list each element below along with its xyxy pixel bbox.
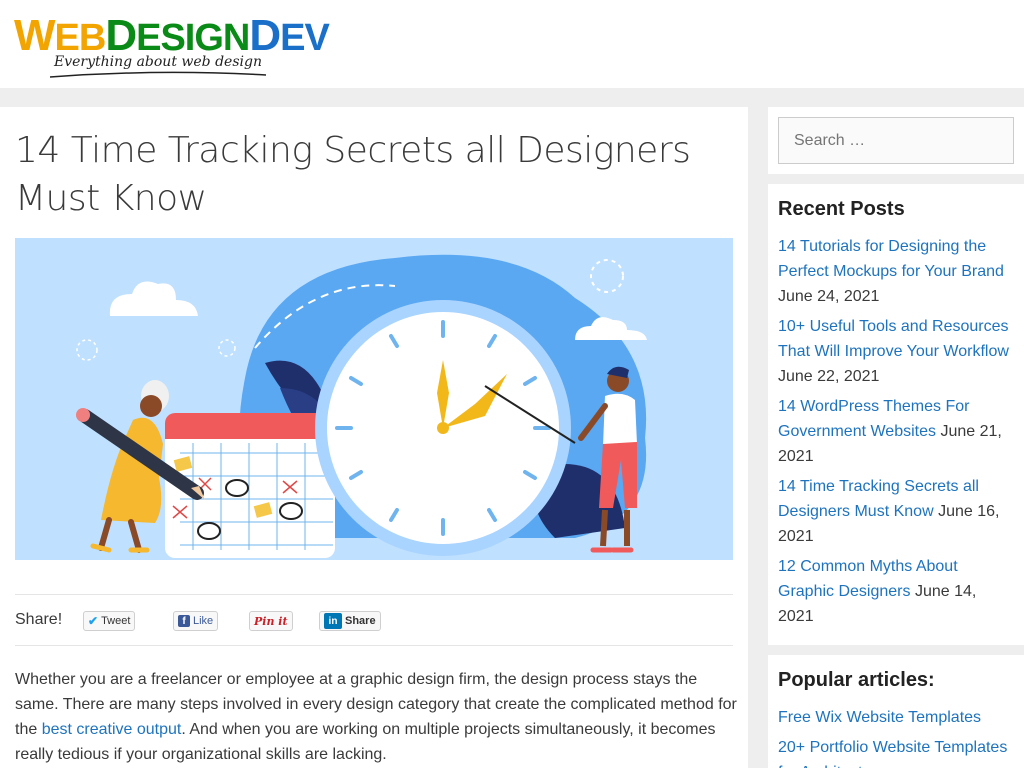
- logo-swoosh-icon: [49, 71, 267, 78]
- recent-post-link[interactable]: 14 Tutorials for Designing the Perfect M…: [778, 238, 1004, 280]
- facebook-like-button[interactable]: f Like: [173, 611, 219, 631]
- article-intro-paragraph: Whether you are a freelancer or employee…: [15, 671, 737, 763]
- recent-posts-title: Recent Posts: [778, 198, 905, 220]
- recent-post-link[interactable]: 10+ Useful Tools and Resources That Will…: [778, 318, 1009, 360]
- twitter-bird-icon: ✔: [88, 614, 99, 628]
- share-bar: Share! ✔ Tweet f Like Pin it in Share: [15, 594, 733, 646]
- share-label: Share!: [15, 611, 63, 628]
- list-item: 14 Time Tracking Secrets all Designers M…: [778, 474, 1014, 549]
- recent-posts-widget: Recent Posts 14 Tutorials for Designing …: [768, 184, 1024, 645]
- search-input[interactable]: [778, 117, 1014, 164]
- list-item: 14 WordPress Themes For Government Websi…: [778, 394, 1014, 469]
- article-content: 14 Time Tracking Secrets all Designers M…: [0, 107, 748, 768]
- popular-articles-title: Popular articles:: [778, 669, 935, 691]
- best-creative-output-link[interactable]: best creative output: [42, 721, 182, 738]
- list-item: Free Wix Website Templates: [778, 705, 1014, 730]
- list-item: 14 Tutorials for Designing the Perfect M…: [778, 234, 1014, 309]
- recent-posts-list: 14 Tutorials for Designing the Perfect M…: [778, 234, 1014, 634]
- popular-articles-list: Free Wix Website Templates 20+ Portfolio…: [778, 705, 1014, 768]
- site-header: WEBDESIGNDEV Everything about web design: [0, 0, 1024, 88]
- post-date: June 24, 2021: [778, 288, 880, 305]
- article-title: 14 Time Tracking Secrets all Designers M…: [15, 130, 691, 219]
- post-date: June 22, 2021: [778, 368, 880, 385]
- logo-tagline: Everything about web design: [54, 54, 262, 70]
- linkedin-icon: in: [324, 613, 342, 629]
- site-logo[interactable]: WEBDESIGNDEV Everything about web design: [14, 14, 330, 78]
- linkedin-share-button[interactable]: in Share: [319, 611, 381, 631]
- pinterest-pin-button[interactable]: Pin it: [249, 611, 293, 631]
- popular-article-link[interactable]: Free Wix Website Templates: [778, 709, 981, 726]
- list-item: 12 Common Myths About Graphic Designers …: [778, 554, 1014, 629]
- clock-illustration-icon: [15, 238, 733, 560]
- article-featured-image: [15, 238, 733, 560]
- list-item: 20+ Portfolio Website Templates for Arch…: [778, 735, 1014, 768]
- popular-articles-widget: Popular articles: Free Wix Website Templ…: [768, 655, 1024, 768]
- tweet-button[interactable]: ✔ Tweet: [83, 611, 136, 631]
- search-widget: [768, 107, 1024, 174]
- list-item: 10+ Useful Tools and Resources That Will…: [778, 314, 1014, 389]
- popular-article-link[interactable]: 20+ Portfolio Website Templates for Arch…: [778, 739, 1007, 768]
- facebook-icon: f: [178, 615, 190, 627]
